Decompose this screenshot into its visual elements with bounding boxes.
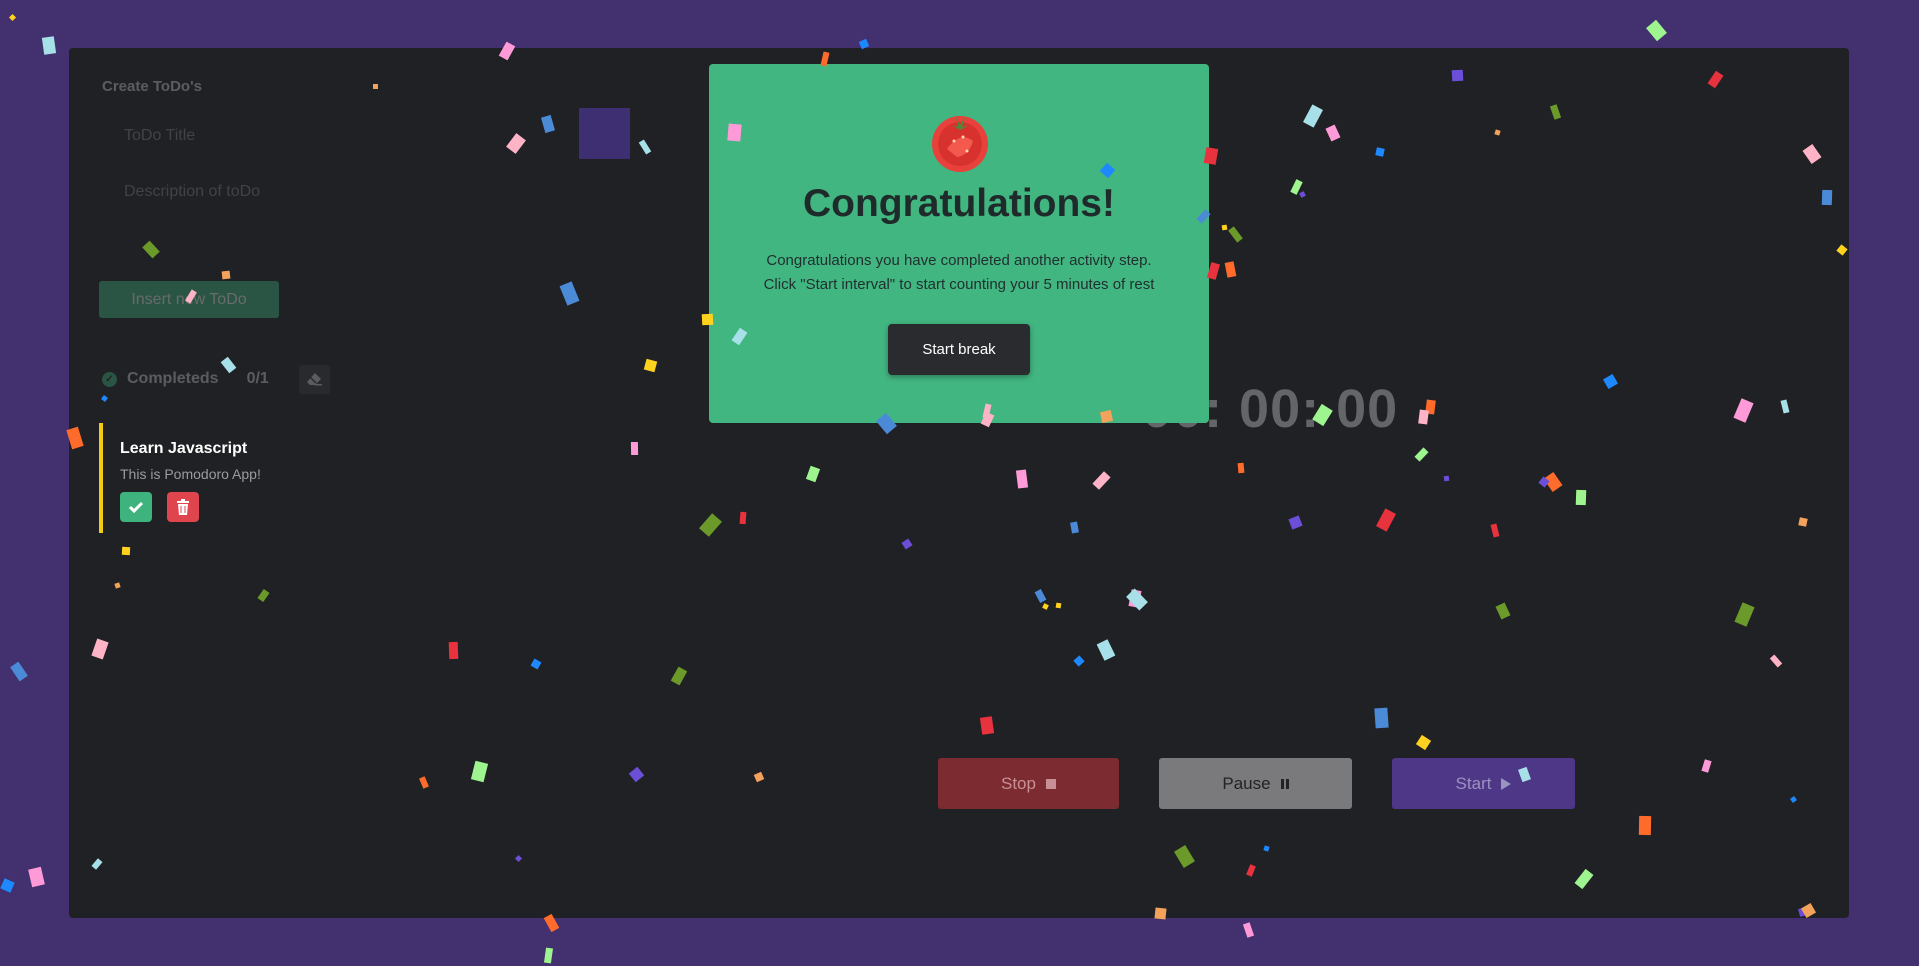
tomato-icon xyxy=(932,116,988,172)
insert-todo-button[interactable]: Insert new ToDo xyxy=(99,281,279,318)
confetti-piece xyxy=(41,36,57,55)
play-icon xyxy=(1501,777,1512,790)
pause-icon xyxy=(1280,778,1289,789)
confetti-piece xyxy=(1242,922,1255,938)
pause-button[interactable]: Pause xyxy=(1159,758,1352,809)
start-break-button[interactable]: Start break xyxy=(888,324,1030,375)
modal-title: Congratulations! xyxy=(803,182,1115,225)
todo-item-description: This is Pomodoro App! xyxy=(120,466,261,482)
modal-message-line1: Congratulations you have completed anoth… xyxy=(766,252,1152,269)
stop-icon xyxy=(1045,778,1056,789)
congratulations-modal: Congratulations! Congratulations you hav… xyxy=(709,64,1209,423)
todo-title-input[interactable] xyxy=(102,118,622,154)
check-circle-icon: ✓ xyxy=(102,371,117,387)
modal-message-line2: Click "Start interval" to start counting… xyxy=(763,276,1155,293)
confetti-piece xyxy=(28,866,45,888)
modal-message: Congratulations you have completed anoth… xyxy=(709,249,1209,297)
completed-label: Completeds xyxy=(127,370,219,387)
todo-description-input[interactable] xyxy=(102,183,630,263)
clear-completed-button[interactable] xyxy=(298,364,330,394)
confetti-piece xyxy=(8,13,17,22)
start-label: Start xyxy=(1455,773,1492,793)
start-button[interactable]: Start xyxy=(1392,758,1575,809)
checkmark-icon xyxy=(128,501,144,514)
confetti-piece xyxy=(543,947,554,964)
confetti-piece xyxy=(1646,19,1667,42)
completed-count: 0/1 xyxy=(246,370,269,387)
todo-item: Learn Javascript This is Pomodoro App! xyxy=(99,423,639,533)
stop-button[interactable]: Stop xyxy=(938,758,1119,809)
completed-row: ✓ Completeds 0/1 xyxy=(102,364,330,394)
create-todo-heading: Create ToDo's xyxy=(102,78,202,95)
delete-todo-button[interactable] xyxy=(167,492,199,522)
pause-label: Pause xyxy=(1222,773,1271,793)
trash-icon xyxy=(177,499,189,515)
stop-label: Stop xyxy=(1001,773,1036,793)
confetti-piece xyxy=(10,661,28,682)
todo-item-title: Learn Javascript xyxy=(120,440,248,457)
eraser-icon xyxy=(307,373,323,386)
complete-todo-button[interactable] xyxy=(120,492,152,522)
confetti-piece xyxy=(0,878,15,893)
